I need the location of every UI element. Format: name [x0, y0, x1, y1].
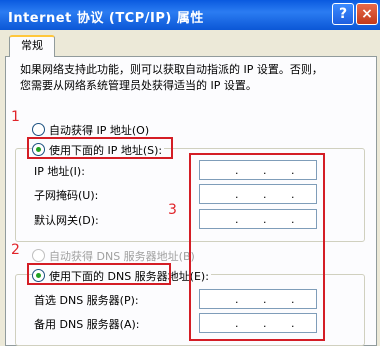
annotation-box-manual-dns: [27, 263, 171, 285]
radio-auto-ip-circle[interactable]: [32, 123, 45, 136]
description-line-1: 如果网络支持此功能，则可以获取自动指派的 IP 设置。否则，: [20, 63, 323, 76]
ip-address-label: IP 地址(I):: [34, 165, 85, 178]
annotation-number-1: 1: [11, 109, 20, 125]
radio-auto-ip[interactable]: 自动获得 IP 地址(O): [32, 122, 149, 138]
radio-auto-dns-label: 自动获得 DNS 服务器地址(B): [49, 250, 195, 263]
tcpip-properties-dialog: Internet 协议 (TCP/IP) 属性 ? × 常规 如果网络支持此功能…: [0, 0, 380, 346]
description-text: 如果网络支持此功能，则可以获取自动指派的 IP 设置。否则， 您需要从网络系统管…: [20, 62, 365, 94]
help-button[interactable]: ?: [332, 3, 354, 25]
title-bar[interactable]: Internet 协议 (TCP/IP) 属性 ? ×: [0, 0, 380, 30]
radio-auto-ip-label: 自动获得 IP 地址(O): [49, 124, 150, 137]
annotation-box-address-fields: [189, 153, 325, 341]
preferred-dns-label: 首选 DNS 服务器(P):: [34, 294, 139, 307]
help-icon: ?: [338, 6, 348, 22]
radio-auto-dns[interactable]: 自动获得 DNS 服务器地址(B): [32, 248, 195, 264]
tab-general[interactable]: 常规: [9, 35, 55, 57]
subnet-mask-label: 子网掩码(U):: [34, 189, 99, 202]
description-line-2: 您需要从网络系统管理员处获得适当的 IP 设置。: [20, 79, 257, 92]
annotation-number-2: 2: [11, 242, 20, 258]
annotation-box-manual-ip: [27, 137, 173, 159]
radio-auto-dns-circle[interactable]: [32, 249, 45, 262]
annotation-number-3: 3: [168, 202, 177, 218]
alternate-dns-label: 备用 DNS 服务器(A):: [34, 318, 140, 331]
window-title: Internet 协议 (TCP/IP) 属性: [8, 11, 204, 26]
close-button[interactable]: ×: [356, 3, 378, 25]
close-icon: ×: [361, 6, 373, 22]
default-gateway-label: 默认网关(D):: [34, 214, 99, 227]
